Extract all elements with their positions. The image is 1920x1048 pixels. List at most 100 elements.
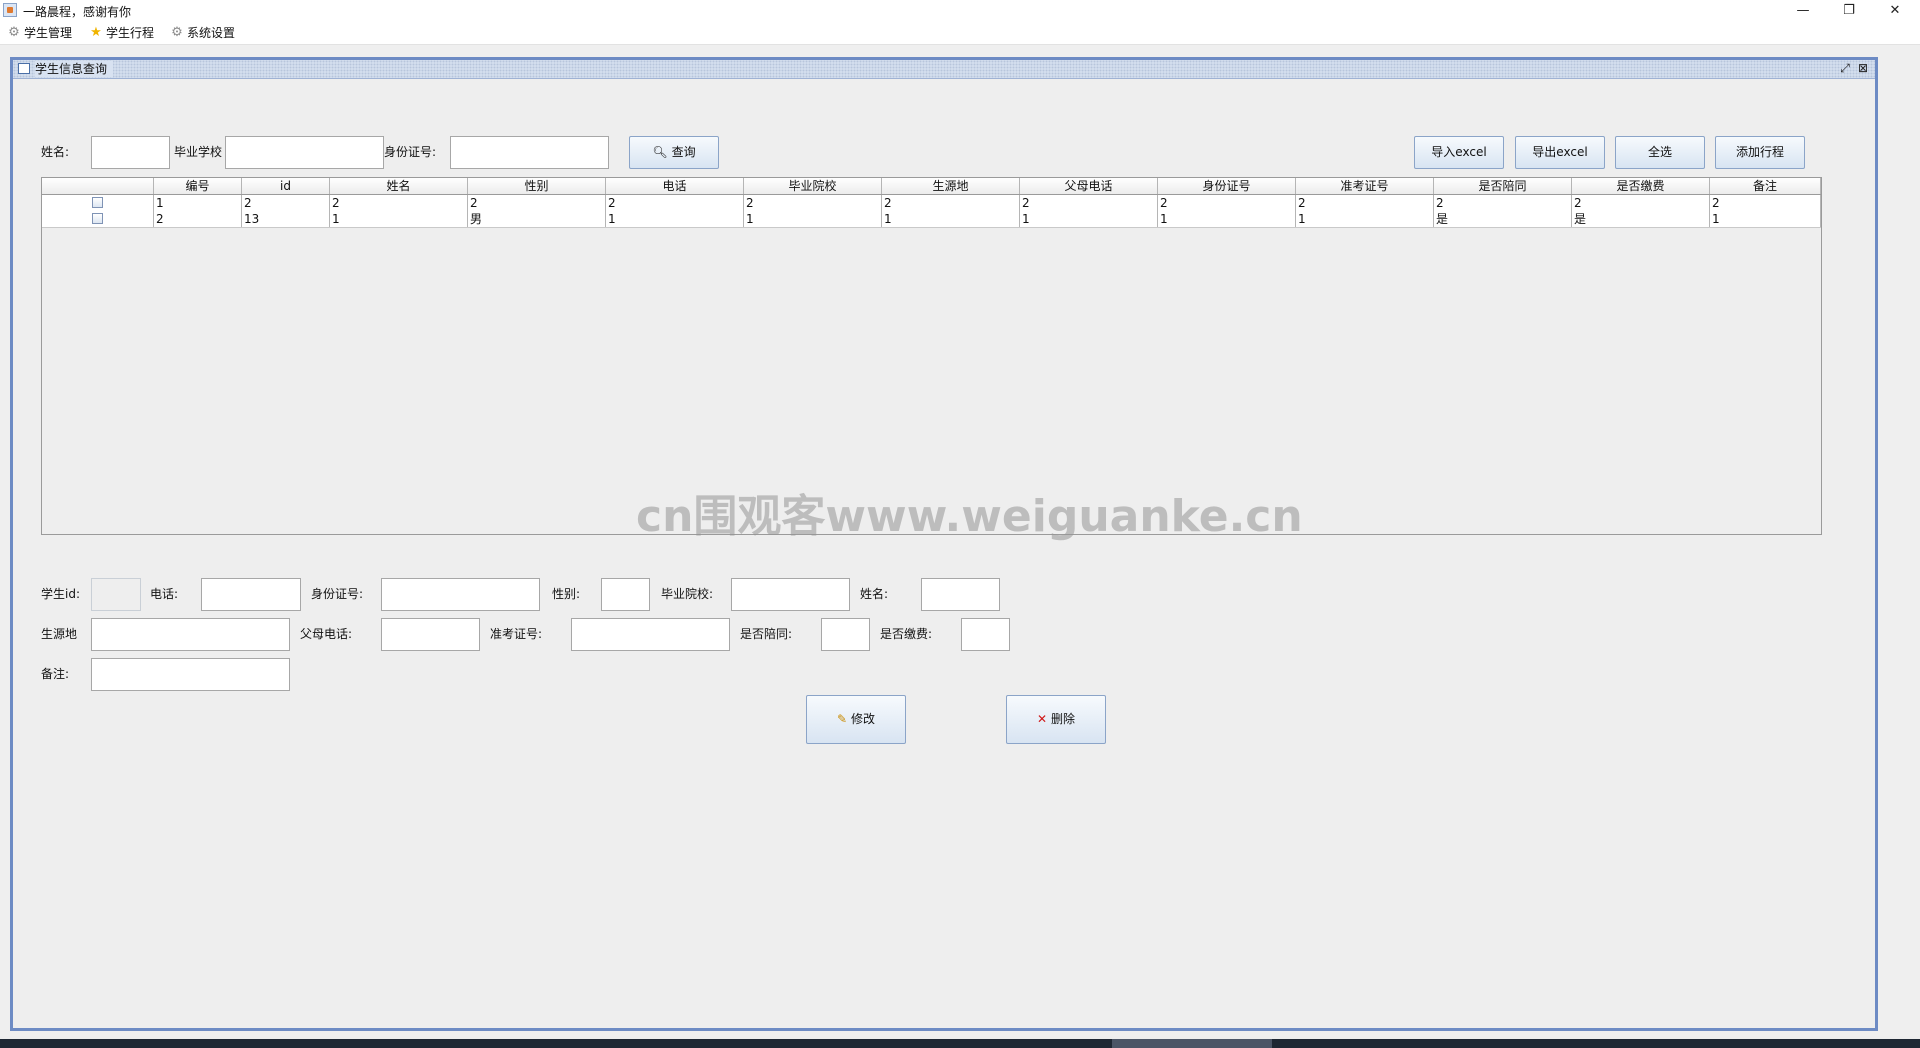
idcard-field[interactable] bbox=[381, 578, 540, 611]
gender-field[interactable] bbox=[601, 578, 650, 611]
close-button[interactable]: ✕ bbox=[1872, 0, 1918, 22]
search-name-input[interactable] bbox=[91, 136, 170, 169]
row-checkbox[interactable] bbox=[92, 197, 103, 208]
table-cell[interactable]: 13 bbox=[242, 211, 330, 227]
accompany-field[interactable] bbox=[821, 618, 870, 651]
minimize-button[interactable]: — bbox=[1780, 0, 1826, 22]
table-cell[interactable]: 2 bbox=[744, 195, 882, 211]
column-header[interactable]: 备注 bbox=[1710, 178, 1821, 194]
parent-phone-field[interactable] bbox=[381, 618, 480, 651]
table-row[interactable]: 2 13 1 男 1 1 1 1 1 1 是是 1 bbox=[42, 211, 1821, 228]
gear-icon: ⚙ bbox=[171, 25, 183, 40]
delete-button-label: 删除 bbox=[1051, 712, 1076, 726]
paid-field[interactable] bbox=[961, 618, 1010, 651]
taskbar-item[interactable] bbox=[1112, 1039, 1272, 1048]
table-cell[interactable]: 2 bbox=[1572, 195, 1710, 211]
table-cell[interactable]: 2 bbox=[242, 195, 330, 211]
window-titlebar: 一路晨程，感谢有你 — ❐ ✕ bbox=[0, 0, 1920, 22]
paid-label: 是否缴费: bbox=[880, 627, 933, 641]
menu-student-trip[interactable]: ★ 学生行程 bbox=[86, 24, 154, 42]
delete-button[interactable]: ✕ 删除 bbox=[1006, 695, 1106, 744]
frame-close-button[interactable]: ⊠ bbox=[1855, 61, 1871, 76]
table-cell[interactable]: 2 bbox=[882, 195, 1020, 211]
table-cell[interactable]: 1 bbox=[1020, 211, 1158, 227]
column-header[interactable]: 毕业院校 bbox=[744, 178, 882, 194]
table-cell[interactable]: 1 bbox=[744, 211, 882, 227]
search-idcard-label: 身份证号: bbox=[384, 145, 437, 159]
table-header: 编号 id 姓名 性别 电话 毕业院校 生源地 父母电话 身份证号 准考证号 是否陪同 是否缴费 备注 bbox=[42, 178, 1821, 195]
frame-titlebar[interactable]: 学生信息查询 ⤢ ⊠ bbox=[13, 60, 1875, 79]
menu-label: 学生管理 bbox=[24, 26, 73, 40]
name-label: 姓名: bbox=[860, 587, 889, 601]
select-all-button[interactable]: 全选 bbox=[1615, 136, 1705, 169]
star-icon: ★ bbox=[90, 25, 102, 40]
column-header[interactable]: 是否陪同 bbox=[1434, 178, 1572, 194]
table-cell[interactable]: 2 bbox=[330, 195, 468, 211]
student-id-field bbox=[91, 578, 141, 611]
menu-student-management[interactable]: ⚙ 学生管理 bbox=[4, 24, 72, 42]
modify-button[interactable]: ✎ 修改 bbox=[806, 695, 906, 744]
column-header[interactable]: 是否缴费 bbox=[1572, 178, 1710, 194]
column-header[interactable]: 生源地 bbox=[882, 178, 1020, 194]
note-field[interactable] bbox=[91, 658, 290, 691]
table-cell[interactable]: 1 bbox=[606, 211, 744, 227]
school-field[interactable] bbox=[731, 578, 850, 611]
import-excel-button[interactable]: 导入excel bbox=[1414, 136, 1504, 169]
search-idcard-input[interactable] bbox=[450, 136, 609, 169]
phone-field[interactable] bbox=[201, 578, 301, 611]
column-header[interactable]: 身份证号 bbox=[1158, 178, 1296, 194]
exam-no-label: 准考证号: bbox=[490, 627, 543, 641]
menu-label: 学生行程 bbox=[106, 26, 155, 40]
menu-bar: ⚙ 学生管理 ★ 学生行程 ⚙ 系统设置 bbox=[0, 22, 1920, 45]
table-cell[interactable]: 2 bbox=[154, 211, 242, 227]
os-taskbar bbox=[0, 1039, 1920, 1048]
table-cell[interactable]: 1 bbox=[1296, 211, 1434, 227]
row-checkbox[interactable] bbox=[92, 213, 103, 224]
table-cell[interactable]: 1 bbox=[330, 211, 468, 227]
column-header[interactable]: 父母电话 bbox=[1020, 178, 1158, 194]
table-cell[interactable]: 是 bbox=[1434, 211, 1572, 227]
search-school-input[interactable] bbox=[225, 136, 384, 169]
table-row[interactable]: 1222222222222 bbox=[42, 195, 1821, 212]
table-cell[interactable]: 2 bbox=[1296, 195, 1434, 211]
table-cell[interactable]: 2 bbox=[1158, 195, 1296, 211]
frame-restore-button[interactable]: ⤢ bbox=[1837, 61, 1853, 76]
column-header[interactable]: 准考证号 bbox=[1296, 178, 1434, 194]
frame-window-icon bbox=[18, 63, 30, 74]
table-cell[interactable]: 是 bbox=[1572, 211, 1710, 227]
column-header[interactable] bbox=[42, 178, 154, 194]
school-label: 毕业院校: bbox=[661, 587, 714, 601]
exam-no-field[interactable] bbox=[571, 618, 730, 651]
table-cell[interactable]: 2 bbox=[468, 195, 606, 211]
table-cell[interactable]: 2 bbox=[1020, 195, 1158, 211]
accompany-label: 是否陪同: bbox=[740, 627, 793, 641]
query-button[interactable]: 🔍︎ 查询 bbox=[629, 136, 719, 169]
name-field[interactable] bbox=[921, 578, 1000, 611]
table-cell[interactable]: 2 bbox=[606, 195, 744, 211]
delete-x-icon: ✕ bbox=[1036, 712, 1048, 726]
java-app-icon bbox=[3, 3, 17, 17]
menu-system-settings[interactable]: ⚙ 系统设置 bbox=[167, 24, 235, 42]
column-header[interactable]: 姓名 bbox=[330, 178, 468, 194]
gear-icon: ⚙ bbox=[8, 25, 20, 40]
idcard-label: 身份证号: bbox=[311, 587, 364, 601]
table-cell[interactable]: 2 bbox=[1434, 195, 1572, 211]
table-cell[interactable]: 2 bbox=[1710, 195, 1821, 211]
table-cell[interactable]: 男 bbox=[468, 211, 606, 227]
origin-field[interactable] bbox=[91, 618, 290, 651]
export-excel-button[interactable]: 导出excel bbox=[1515, 136, 1605, 169]
column-header[interactable]: 编号 bbox=[154, 178, 242, 194]
student-id-label: 学生id: bbox=[41, 587, 80, 601]
parent-phone-label: 父母电话: bbox=[300, 627, 353, 641]
pencil-icon: ✎ bbox=[836, 712, 848, 726]
column-header[interactable]: id bbox=[242, 178, 330, 194]
table-cell[interactable]: 1 bbox=[154, 195, 242, 211]
restore-button[interactable]: ❐ bbox=[1826, 0, 1872, 22]
table-cell[interactable]: 1 bbox=[882, 211, 1020, 227]
add-trip-button[interactable]: 添加行程 bbox=[1715, 136, 1805, 169]
table-cell[interactable]: 1 bbox=[1710, 211, 1821, 227]
column-header[interactable]: 性别 bbox=[468, 178, 606, 194]
table-cell[interactable]: 1 bbox=[1158, 211, 1296, 227]
column-header[interactable]: 电话 bbox=[606, 178, 744, 194]
frame-title: 学生信息查询 bbox=[35, 61, 114, 77]
